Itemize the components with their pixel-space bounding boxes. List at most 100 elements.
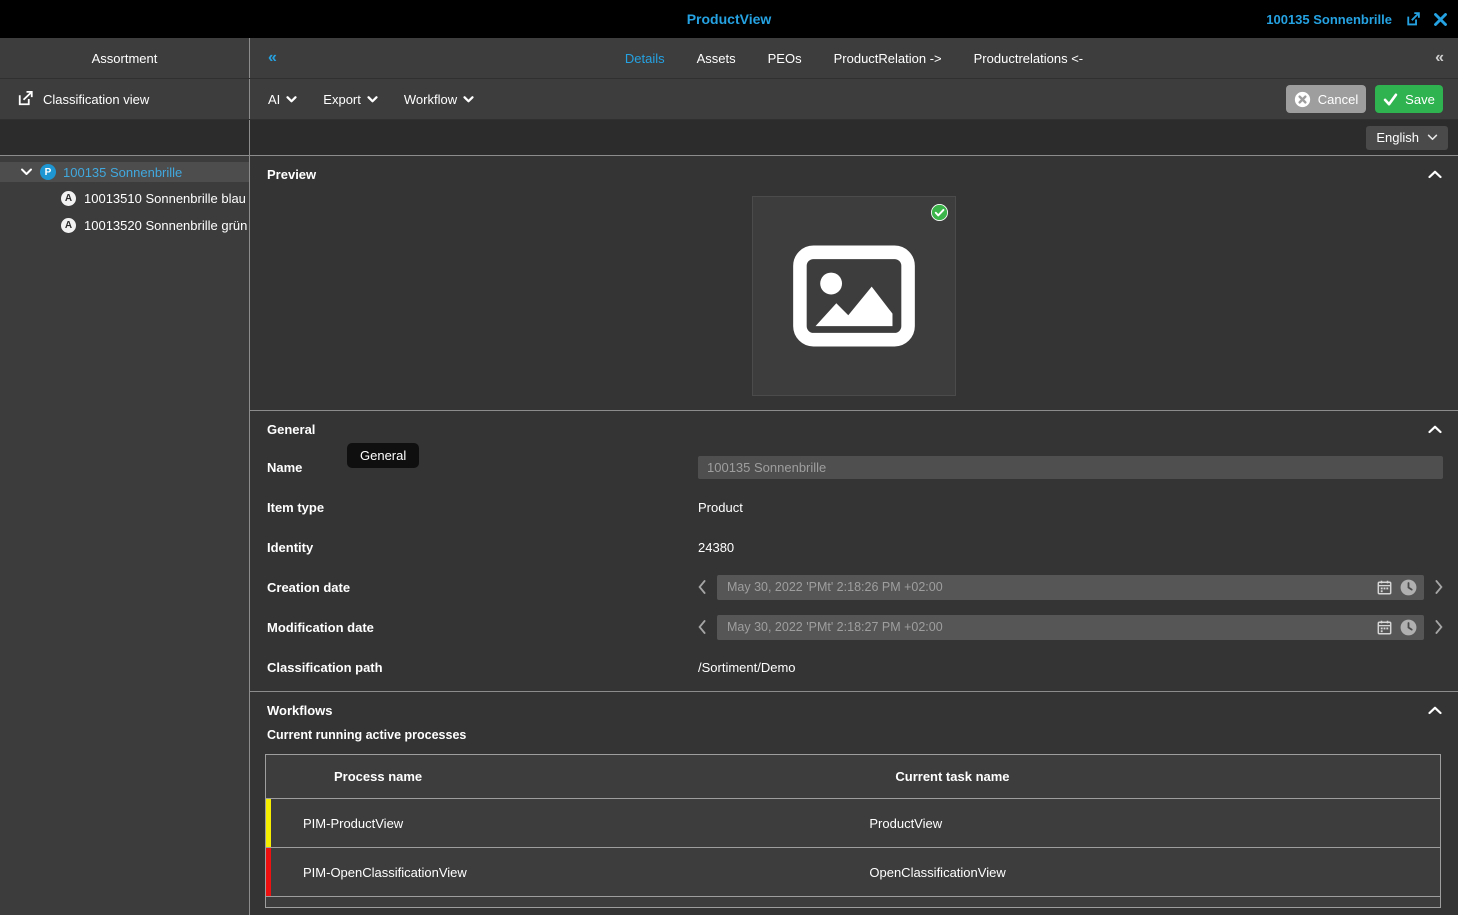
date-prev-icon[interactable] — [698, 620, 706, 634]
share-icon[interactable] — [1404, 11, 1421, 28]
process-name-cell: PIM-ProductView — [266, 816, 835, 831]
identity-value: 24380 — [698, 540, 1458, 555]
article-badge: A — [61, 218, 76, 233]
calendar-icon[interactable] — [1377, 620, 1392, 635]
preview-section-header: Preview — [250, 156, 1458, 192]
tab-assets[interactable]: Assets — [697, 51, 736, 66]
collapse-section-icon[interactable] — [1428, 706, 1442, 715]
current-task-cell: ProductView — [835, 816, 1440, 831]
ai-menu-label: AI — [268, 92, 280, 107]
creation-date-input[interactable]: May 30, 2022 'PMt' 2:18:26 PM +02:00 — [717, 575, 1424, 600]
tree-item-product[interactable]: P 100135 Sonnenbrille — [0, 162, 249, 182]
workflows-section-header: Workflows — [250, 692, 1458, 728]
active-processes-subtitle: Current running active processes — [250, 728, 1458, 754]
process-row[interactable]: PIM-ProductView ProductView — [266, 799, 1440, 848]
general-section: General General Name Item type Product — [250, 411, 1458, 687]
tree-item-label: 100135 Sonnenbrille — [63, 165, 182, 180]
calendar-icon[interactable] — [1377, 580, 1392, 595]
classification-view-button[interactable]: Classification view — [0, 79, 250, 119]
workflow-menu[interactable]: Workflow — [404, 92, 474, 107]
name-label: Name — [267, 460, 698, 475]
tree-item-article-gruen[interactable]: A 10013520 Sonnenbrille grün — [0, 215, 249, 235]
tab-peos[interactable]: PEOs — [768, 51, 802, 66]
toolbar: AI Export Workflow Cancel — [250, 79, 1458, 119]
process-status-stripe — [266, 848, 271, 896]
general-section-header: General — [250, 411, 1458, 447]
tree-item-label: 10013510 Sonnenbrille blau — [84, 191, 246, 206]
classification-view-label: Classification view — [43, 92, 149, 107]
collapse-left-panel-icon[interactable]: « — [268, 50, 277, 66]
tab-bar: « Details Assets PEOs ProductRelation ->… — [250, 38, 1458, 78]
item-type-row: Item type Product — [250, 487, 1458, 527]
date-next-icon[interactable] — [1435, 580, 1443, 594]
preview-title: Preview — [267, 167, 316, 182]
approved-check-badge-icon — [931, 204, 948, 221]
process-row[interactable]: PIM-OpenClassificationView OpenClassific… — [266, 848, 1440, 897]
assortment-tree: P 100135 Sonnenbrille A 10013510 Sonnenb… — [0, 156, 250, 915]
creation-date-label: Creation date — [267, 580, 698, 595]
date-next-icon[interactable] — [1435, 620, 1443, 634]
language-selected-label: English — [1376, 130, 1419, 145]
language-selector[interactable]: English — [1366, 126, 1448, 150]
collapse-right-panel-icon[interactable]: « — [1435, 50, 1444, 66]
toolbar-row: Classification view AI Export Workflow — [0, 79, 1458, 120]
app-title: ProductView — [0, 11, 1458, 27]
name-input[interactable] — [698, 456, 1443, 479]
article-badge: A — [61, 191, 76, 206]
context-item-label: 100135 Sonnenbrille — [1266, 12, 1392, 27]
export-menu-label: Export — [323, 92, 361, 107]
tab-productrelation-out[interactable]: ProductRelation -> — [834, 51, 942, 66]
save-button[interactable]: Save — [1375, 85, 1443, 113]
processes-table-header: Process name Current task name — [266, 755, 1440, 799]
save-label: Save — [1405, 92, 1435, 107]
product-badge: P — [40, 164, 56, 180]
sidebar-header-title: Assortment — [0, 51, 249, 66]
chevron-down-icon — [286, 96, 297, 103]
modification-date-value: May 30, 2022 'PMt' 2:18:27 PM +02:00 — [727, 620, 1369, 634]
close-icon[interactable] — [1433, 12, 1448, 27]
details-panel: Preview — [250, 156, 1458, 915]
classification-path-value: /Sortiment/Demo — [698, 660, 1458, 675]
export-menu[interactable]: Export — [323, 92, 378, 107]
clock-icon[interactable] — [1400, 579, 1417, 596]
clock-icon[interactable] — [1400, 619, 1417, 636]
process-status-stripe — [266, 799, 271, 847]
top-bar: ProductView 100135 Sonnenbrille — [0, 0, 1458, 38]
image-placeholder-icon — [790, 244, 918, 348]
classification-path-label: Classification path — [267, 660, 698, 675]
tree-item-article-blau[interactable]: A 10013510 Sonnenbrille blau — [0, 188, 249, 208]
name-field-row: Name — [250, 447, 1458, 487]
creation-date-value: May 30, 2022 'PMt' 2:18:26 PM +02:00 — [727, 580, 1369, 594]
item-type-label: Item type — [267, 500, 698, 515]
collapse-section-icon[interactable] — [1428, 170, 1442, 179]
chevron-down-icon[interactable] — [20, 168, 33, 176]
date-prev-icon[interactable] — [698, 580, 706, 594]
processes-table-footer — [266, 897, 1440, 907]
collapse-section-icon[interactable] — [1428, 425, 1442, 434]
tab-productrelations-in[interactable]: Productrelations <- — [974, 51, 1083, 66]
workflows-section: Workflows Current running active process… — [250, 692, 1458, 908]
modification-date-label: Modification date — [267, 620, 698, 635]
process-name-cell: PIM-OpenClassificationView — [266, 865, 835, 880]
check-icon — [1383, 93, 1398, 106]
modification-date-input[interactable]: May 30, 2022 'PMt' 2:18:27 PM +02:00 — [717, 615, 1424, 640]
language-row: English — [0, 120, 1458, 156]
identity-row: Identity 24380 — [250, 527, 1458, 567]
product-view-app: ProductView 100135 Sonnenbrille Assortme… — [0, 0, 1458, 915]
cancel-label: Cancel — [1318, 92, 1358, 107]
cancel-button[interactable]: Cancel — [1286, 85, 1366, 113]
creation-date-row: Creation date May 30, 2022 'PMt' 2:18:26… — [250, 567, 1458, 607]
identity-label: Identity — [267, 540, 698, 555]
tab-details[interactable]: Details — [625, 51, 665, 66]
item-type-value: Product — [698, 500, 1458, 515]
ai-menu[interactable]: AI — [268, 92, 297, 107]
x-circle-icon — [1294, 91, 1311, 108]
open-view-icon — [16, 90, 34, 108]
sidebar-spacer — [0, 120, 250, 155]
chevron-down-icon — [1427, 134, 1438, 141]
preview-stage — [250, 196, 1458, 410]
general-title: General — [267, 422, 315, 437]
chevron-down-icon — [463, 96, 474, 103]
process-name-column-header: Process name — [266, 769, 835, 784]
preview-image-placeholder[interactable] — [752, 196, 956, 396]
